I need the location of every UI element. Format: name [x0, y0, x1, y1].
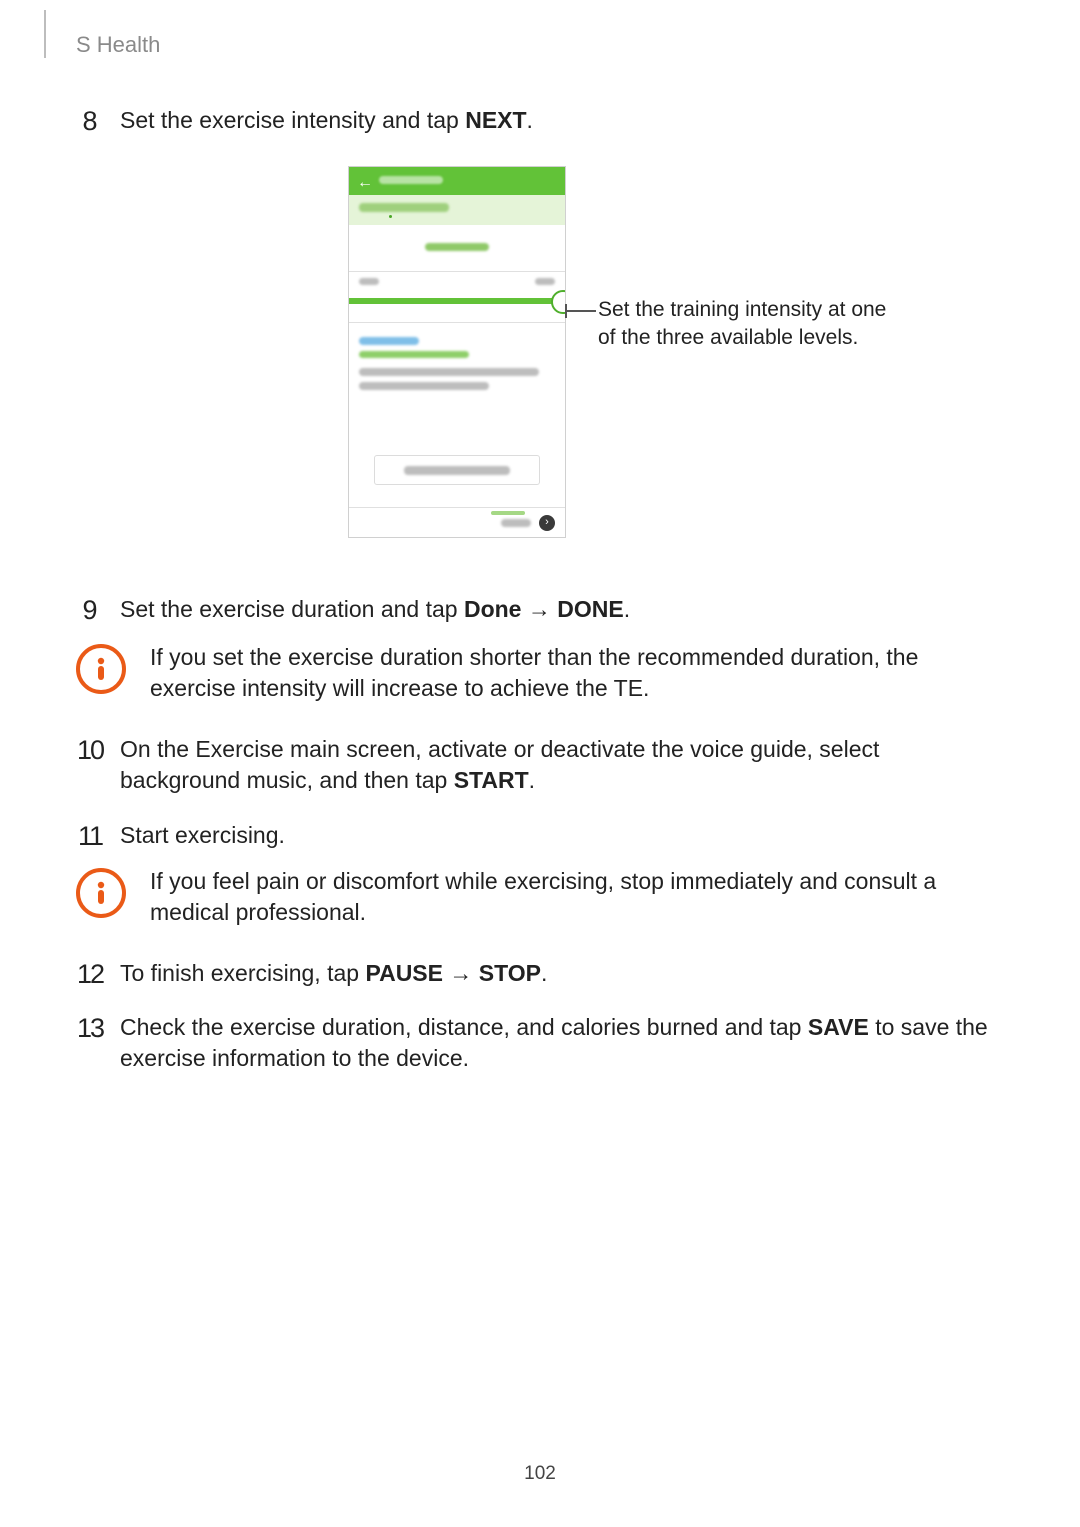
next-bar[interactable]: › — [349, 507, 565, 537]
step-number: 9 — [76, 592, 104, 628]
header-divider — [44, 10, 46, 58]
section-title: S Health — [76, 30, 160, 60]
intensity-description — [359, 337, 555, 390]
step-number: 10 — [76, 732, 104, 794]
bold: NEXT — [465, 107, 526, 133]
step-number: 12 — [76, 956, 104, 992]
step-number: 13 — [76, 1010, 104, 1072]
step-text: Set the exercise intensity and tap NEXT. — [120, 105, 533, 141]
intensity-label-blur — [425, 243, 489, 251]
next-arrow-icon[interactable]: › — [539, 515, 555, 531]
text: Check the exercise duration, distance, a… — [120, 1014, 808, 1040]
button-label-blur — [404, 466, 510, 475]
intensity-slider[interactable] — [349, 271, 565, 323]
warning-icon — [76, 644, 126, 694]
more-information-button[interactable] — [374, 455, 540, 485]
desc-line-blur — [359, 337, 419, 345]
warning-text: If you feel pain or discomfort while exe… — [150, 866, 990, 928]
low-label-blur — [359, 278, 379, 285]
slider-knob[interactable] — [551, 290, 566, 314]
accent-line — [491, 511, 525, 515]
subheader-text-blur — [359, 203, 449, 212]
text: . — [527, 107, 533, 133]
step-number: 11 — [76, 818, 104, 854]
caret-down-icon — [389, 215, 392, 218]
step-text: Check the exercise duration, distance, a… — [120, 1012, 990, 1074]
warning-callout: If you feel pain or discomfort while exe… — [76, 866, 1000, 928]
subheader-band — [349, 195, 565, 225]
desc-line-blur — [359, 351, 469, 358]
step-text: On the Exercise main screen, activate or… — [120, 734, 990, 796]
warning-icon — [76, 868, 126, 918]
next-label-blur — [501, 519, 531, 527]
step-8: 8 Set the exercise intensity and tap NEX… — [76, 105, 1000, 141]
app-topbar: ← — [349, 167, 565, 195]
screen-title-blur — [379, 176, 443, 184]
text: To finish exercising, tap — [120, 960, 365, 986]
bold: DONE — [557, 596, 623, 622]
step-11: 11 Start exercising. — [76, 820, 1000, 856]
bold: Done — [464, 596, 522, 622]
text: Set the training intensity at one — [598, 298, 886, 321]
warning-text: If you set the exercise duration shorter… — [150, 642, 990, 704]
desc-line-blur — [359, 382, 489, 390]
text: . — [541, 960, 547, 986]
warning-callout: If you set the exercise duration shorter… — [76, 642, 1000, 704]
step-13: 13 Check the exercise duration, distance… — [76, 1012, 1000, 1074]
step-text: Start exercising. — [120, 820, 285, 856]
text: . — [624, 596, 630, 622]
bold: START — [454, 767, 529, 793]
phone-frame: ← — [348, 166, 566, 538]
annotation-leader — [566, 310, 596, 312]
step-9: 9 Set the exercise duration and tap Done… — [76, 594, 1000, 630]
arrow: → — [521, 596, 557, 622]
annotation-text: Set the training intensity at one of the… — [598, 296, 886, 353]
page-number: 102 — [0, 1461, 1080, 1487]
intensity-label-row — [349, 243, 565, 263]
bold: STOP — [479, 960, 541, 986]
text: Set the exercise duration and tap — [120, 596, 464, 622]
back-icon[interactable]: ← — [357, 172, 373, 194]
step-12: 12 To finish exercising, tap PAUSE → STO… — [76, 958, 1000, 994]
bold: PAUSE — [365, 960, 443, 986]
bold: SAVE — [808, 1014, 869, 1040]
arrow: → — [443, 960, 479, 986]
step-text: To finish exercising, tap PAUSE → STOP. — [120, 958, 547, 994]
step-number: 8 — [76, 103, 104, 139]
manual-page: S Health 8 Set the exercise intensity an… — [0, 0, 1080, 1527]
step-text: Set the exercise duration and tap Done →… — [120, 594, 630, 630]
slider-fill — [349, 298, 565, 304]
text: Set the exercise intensity and tap — [120, 107, 465, 133]
step-10: 10 On the Exercise main screen, activate… — [76, 734, 1000, 796]
desc-line-blur — [359, 368, 539, 376]
text: . — [529, 767, 535, 793]
high-label-blur — [535, 278, 555, 285]
text: of the three available levels. — [598, 326, 858, 349]
screenshot-intensity: ← — [348, 166, 564, 536]
